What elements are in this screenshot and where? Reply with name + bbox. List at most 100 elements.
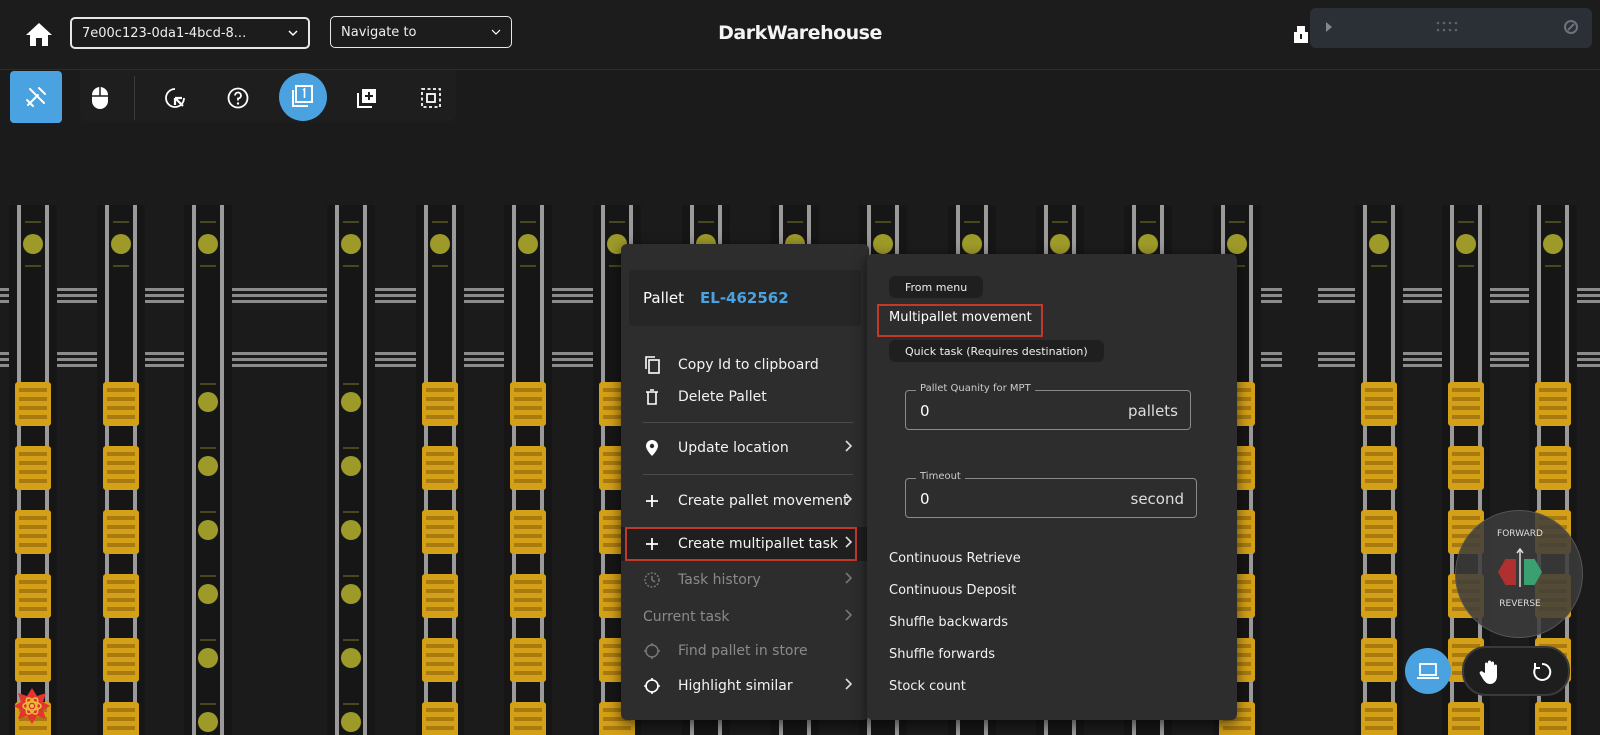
submenu-item-continuous-retrieve[interactable]: Continuous Retrieve bbox=[889, 551, 1021, 566]
mouse-button[interactable] bbox=[80, 78, 120, 118]
pallet-slat bbox=[1452, 516, 1480, 520]
menu-item-create-multipallet-task[interactable]: Create multipallet task bbox=[643, 530, 853, 558]
context-menu: Pallet EL-462562 Copy Id to clipboard De… bbox=[621, 244, 869, 720]
pallet-slat bbox=[1365, 397, 1393, 401]
pallet-quantity-field[interactable]: Pallet Quanity for MPT 0 pallets bbox=[905, 383, 1191, 430]
trash-icon bbox=[643, 388, 661, 406]
pallet-slat bbox=[514, 534, 542, 538]
laptop-icon bbox=[1417, 663, 1439, 679]
pallet-slat bbox=[1365, 525, 1393, 529]
navigate-select[interactable]: Navigate to bbox=[330, 16, 512, 48]
from-menu-chip[interactable]: From menu bbox=[889, 276, 984, 298]
submenu-item-shuffle-backwards[interactable]: Shuffle backwards bbox=[889, 615, 1008, 630]
quick-task-chip[interactable]: Quick task (Requires destination) bbox=[889, 340, 1104, 362]
add-layer-icon bbox=[357, 89, 376, 108]
pallet-slat bbox=[1452, 415, 1480, 419]
pallet-slat bbox=[19, 452, 47, 456]
pallet-slat bbox=[426, 406, 454, 410]
pallet-slat bbox=[1365, 708, 1393, 712]
shuttle bbox=[341, 392, 361, 412]
pallet-slat bbox=[107, 516, 135, 520]
timeout-field[interactable]: Timeout 0 second bbox=[905, 471, 1197, 518]
shuttle bbox=[111, 234, 131, 254]
pallet-slat bbox=[19, 543, 47, 547]
pallet-slat bbox=[1365, 543, 1393, 547]
shuttle bbox=[198, 584, 218, 604]
menu-item-update-location[interactable]: Update location bbox=[643, 434, 853, 462]
layers-icon bbox=[292, 85, 313, 107]
tools-icon bbox=[26, 87, 46, 107]
video-panel[interactable] bbox=[1310, 8, 1592, 48]
select-area-button[interactable] bbox=[411, 78, 451, 118]
screen-button[interactable] bbox=[1405, 648, 1451, 694]
pallet-slat bbox=[1223, 726, 1251, 730]
menu-item-create-pallet-movement[interactable]: Create pallet movement bbox=[643, 487, 853, 515]
field-value[interactable]: 0 bbox=[920, 490, 930, 508]
lane-rail bbox=[220, 205, 224, 735]
pallet-slat bbox=[1539, 708, 1567, 712]
pallet-slat bbox=[1539, 470, 1567, 474]
menu-item-find-pallet[interactable]: Find pallet in store bbox=[643, 637, 853, 665]
zoom-icon[interactable] bbox=[1564, 20, 1578, 34]
pallet-id[interactable]: EL-462562 bbox=[700, 289, 789, 307]
drag-handle-icon[interactable] bbox=[1436, 21, 1458, 32]
help-button[interactable] bbox=[218, 78, 258, 118]
menu-item-delete-pallet[interactable]: Delete Pallet bbox=[643, 383, 853, 411]
pallet-slat bbox=[426, 607, 454, 611]
box-icon[interactable] bbox=[1292, 24, 1310, 44]
shuttle bbox=[198, 456, 218, 476]
pallet-slat bbox=[1539, 461, 1567, 465]
select-pointer-button[interactable] bbox=[155, 78, 195, 118]
chevron-down-icon bbox=[491, 29, 501, 35]
direction-control[interactable]: FORWARD REVERSE bbox=[1455, 510, 1583, 638]
chevron-down-icon bbox=[288, 30, 298, 37]
reset-view-button[interactable] bbox=[1526, 656, 1558, 688]
submenu-item-stock-count[interactable]: Stock count bbox=[889, 679, 966, 694]
pallet-slat bbox=[514, 662, 542, 666]
pallet-slat bbox=[1365, 717, 1393, 721]
menu-item-copy-id[interactable]: Copy Id to clipboard bbox=[643, 351, 853, 379]
pallet-slat bbox=[19, 470, 47, 474]
session-select[interactable]: 7e00c123-0da1-4bcd-8... bbox=[70, 17, 310, 49]
add-layer-button[interactable] bbox=[347, 78, 387, 118]
multipallet-movement-option[interactable]: Multipallet movement bbox=[889, 310, 1032, 325]
toolbar bbox=[80, 70, 456, 122]
menu-item-highlight-similar[interactable]: Highlight similar bbox=[643, 672, 853, 700]
chevron-right-icon bbox=[845, 440, 853, 452]
pallet-slat bbox=[107, 406, 135, 410]
crosshair-icon bbox=[643, 677, 661, 695]
react-devtools-icon[interactable] bbox=[12, 686, 52, 726]
layers-button[interactable] bbox=[279, 73, 327, 121]
pallet-slat bbox=[1365, 726, 1393, 730]
menu-item-task-history[interactable]: Task history bbox=[643, 566, 853, 594]
pallet-slat bbox=[107, 470, 135, 474]
tools-button[interactable] bbox=[10, 71, 62, 123]
pallet-slat bbox=[514, 580, 542, 584]
plus-icon bbox=[643, 492, 661, 510]
pallet-slat bbox=[514, 653, 542, 657]
field-value[interactable]: 0 bbox=[920, 402, 930, 420]
pan-button[interactable] bbox=[1474, 656, 1506, 688]
pallet-slat bbox=[514, 726, 542, 730]
pallet-slat bbox=[514, 607, 542, 611]
pallet-slat bbox=[1539, 726, 1567, 730]
location-pin-icon bbox=[643, 439, 661, 457]
pallet-slat bbox=[107, 607, 135, 611]
submenu-item-shuffle-forwards[interactable]: Shuffle forwards bbox=[889, 647, 995, 662]
pallet-slat bbox=[19, 479, 47, 483]
pallet-slat bbox=[603, 726, 631, 730]
menu-item-current-task[interactable]: Current task bbox=[643, 603, 853, 631]
shuttle bbox=[1227, 234, 1247, 254]
chevron-right-icon bbox=[845, 609, 853, 621]
pallet-slat bbox=[1365, 516, 1393, 520]
pallet-slat bbox=[1539, 479, 1567, 483]
home-icon[interactable] bbox=[24, 20, 54, 48]
pallet-slat bbox=[426, 644, 454, 648]
pallet-slat bbox=[1365, 479, 1393, 483]
chevron-right-icon bbox=[845, 572, 853, 584]
pallet-slat bbox=[514, 598, 542, 602]
play-icon[interactable] bbox=[1326, 22, 1332, 32]
select-pointer-icon bbox=[165, 88, 185, 108]
submenu-item-continuous-deposit[interactable]: Continuous Deposit bbox=[889, 583, 1016, 598]
shuttle bbox=[23, 234, 43, 254]
